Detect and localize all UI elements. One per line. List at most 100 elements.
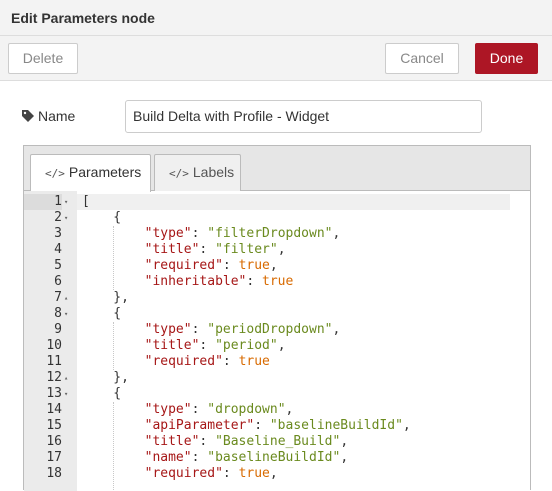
line-number: 12 <box>46 370 62 385</box>
code-text: { <box>82 386 121 402</box>
code-line: 18 "required": true, <box>24 466 530 482</box>
code-token: : <box>191 226 208 241</box>
line-number: 15 <box>46 418 62 433</box>
code-token: : <box>191 402 208 417</box>
code-token: , <box>277 242 286 257</box>
code-line: 13 ▾ { <box>24 386 530 402</box>
code-line: 10 "title": "period", <box>24 338 530 354</box>
tag-icon <box>22 110 34 122</box>
line-number: 17 <box>46 450 62 465</box>
code-text: "type": "periodDropdown", <box>82 322 341 338</box>
code-token: "required" <box>144 354 223 369</box>
code-token: }, <box>82 370 129 385</box>
code-line: 2 ▾ { <box>24 210 530 226</box>
code-text: [ <box>82 194 90 210</box>
code-text: "apiParameter": "baselineBuildId", <box>82 418 411 434</box>
code-icon: </> <box>169 167 189 180</box>
code-text: { <box>82 210 121 226</box>
line-number: 5 <box>54 258 62 273</box>
code-token: true <box>238 258 270 273</box>
editor-panel: </> Parameters </> Labels 1 ▾[2 ▾ {3 "type":… <box>23 145 531 491</box>
tab-parameters[interactable]: </> Parameters <box>30 154 151 192</box>
code-icon: </> <box>45 167 65 180</box>
code-token: true <box>238 354 270 369</box>
fold-expand-icon[interactable]: ▴ <box>64 370 74 386</box>
delete-button[interactable]: Delete <box>8 43 78 74</box>
code-token: : <box>222 354 239 369</box>
name-label: Name <box>38 108 76 124</box>
line-number: 7 <box>54 290 62 305</box>
code-line: 8 ▾ { <box>24 306 530 322</box>
code-token: : <box>191 322 208 337</box>
done-button[interactable]: Done <box>475 43 538 74</box>
line-number: 2 <box>54 210 62 225</box>
code-token: : <box>222 258 239 273</box>
dialog-toolbar: Delete Cancel Done <box>0 36 552 81</box>
line-number: 14 <box>46 402 62 417</box>
active-line-highlight <box>77 194 510 210</box>
code-line: 6 "inheritable": true <box>24 274 530 290</box>
code-token: true <box>262 274 294 289</box>
tab-labels[interactable]: </> Labels <box>154 154 241 191</box>
code-token: [ <box>82 194 90 209</box>
code-token: "apiParameter" <box>144 418 255 433</box>
code-token: : <box>199 434 216 449</box>
code-line: 17 "name": "baselineBuildId", <box>24 450 530 466</box>
code-token: "Baseline_Build" <box>215 434 341 449</box>
code-line: 9 "type": "periodDropdown", <box>24 322 530 338</box>
code-token: , <box>285 402 294 417</box>
line-number: 6 <box>54 274 62 289</box>
code-editor[interactable]: 1 ▾[2 ▾ {3 "type": "filterDropdown", 4 "tit… <box>24 191 530 491</box>
cancel-button[interactable]: Cancel <box>385 43 459 74</box>
fold-collapse-icon[interactable]: ▾ <box>64 210 74 226</box>
indent-guide <box>113 402 115 491</box>
code-text: }, <box>82 370 129 386</box>
code-token: "period" <box>215 338 278 353</box>
code-token: "title" <box>144 242 200 257</box>
code-token: , <box>277 338 286 353</box>
fold-collapse-icon[interactable]: ▾ <box>64 194 74 210</box>
code-token: , <box>332 322 341 337</box>
code-token: { <box>82 210 122 225</box>
code-token: "required" <box>144 258 223 273</box>
code-text: "title": "Baseline_Build", <box>82 434 349 450</box>
fold-collapse-icon[interactable]: ▾ <box>64 386 74 402</box>
code-token: "type" <box>144 402 192 417</box>
code-token: "type" <box>144 322 192 337</box>
line-number: 8 <box>54 306 62 321</box>
code-token: "inheritable" <box>144 274 247 289</box>
code-line: 16 "title": "Baseline_Build", <box>24 434 530 450</box>
code-line: 3 "type": "filterDropdown", <box>24 226 530 242</box>
code-text: "required": true, <box>82 466 278 482</box>
code-token: , <box>402 418 411 433</box>
name-input[interactable]: Build Delta with Profile - Widget <box>125 100 482 133</box>
code-token: "required" <box>144 466 223 481</box>
code-line: 1 ▾ [ <box>24 194 530 210</box>
code-token: "type" <box>144 226 192 241</box>
line-number: 13 <box>46 386 62 401</box>
line-number: 9 <box>54 322 62 337</box>
code-token: "title" <box>144 434 200 449</box>
tab-labels-label: Labels <box>192 164 235 180</box>
code-token: { <box>82 386 122 401</box>
code-token: : <box>199 242 216 257</box>
code-token: "baselineBuildId" <box>269 418 403 433</box>
code-line: 12 ▴ }, <box>24 370 530 386</box>
dialog-title: Edit Parameters node <box>11 10 155 26</box>
fold-expand-icon[interactable]: ▴ <box>64 290 74 306</box>
code-line: 15 "apiParameter": "baselineBuildId", <box>24 418 530 434</box>
code-text: { <box>82 306 121 322</box>
fold-collapse-icon[interactable]: ▾ <box>64 306 74 322</box>
tab-bar: </> Parameters </> Labels <box>24 146 530 192</box>
code-text: "required": true <box>82 354 270 370</box>
code-text: "name": "baselineBuildId", <box>82 450 349 466</box>
code-token: "dropdown" <box>207 402 286 417</box>
indent-guide <box>113 226 115 290</box>
code-token: : <box>246 274 263 289</box>
code-text: }, <box>82 290 129 306</box>
code-token: "baselineBuildId" <box>207 450 341 465</box>
line-number: 1 <box>24 194 62 210</box>
line-number: 18 <box>46 466 62 481</box>
code-token: : <box>254 418 270 433</box>
dialog-titlebar: Edit Parameters node <box>0 0 552 36</box>
